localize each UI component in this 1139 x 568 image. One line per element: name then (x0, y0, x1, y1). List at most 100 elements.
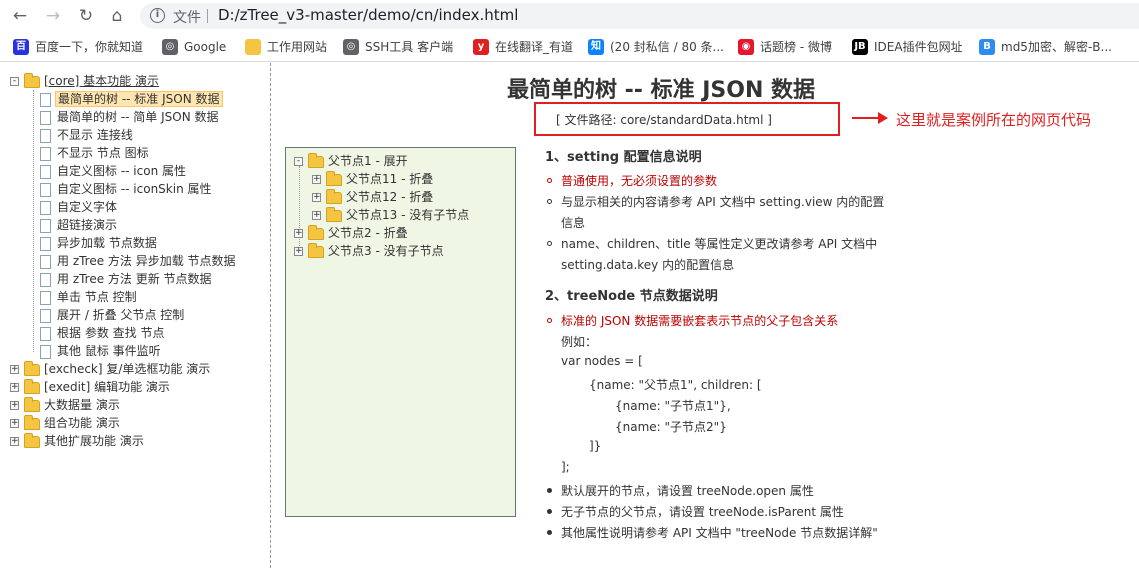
tree-node-label[interactable]: 根据 参数 查找 节点 (55, 325, 166, 341)
bookmark-item[interactable]: 工作用网站 (245, 39, 327, 57)
page-icon (40, 326, 51, 341)
page-icon (40, 164, 51, 179)
page-icon (40, 146, 51, 161)
tree-node-label[interactable]: 异步加载 节点数据 (55, 235, 159, 251)
tree-node-label[interactable]: 组合功能 演示 (42, 415, 122, 431)
demo-tree-node[interactable]: + 父节点13 - 没有子节点 (312, 206, 471, 225)
tree-leaf-node[interactable]: 不显示 连接线 (40, 127, 135, 145)
tree-leaf-node[interactable]: 用 zTree 方法 异步加载 节点数据 (40, 253, 238, 271)
tree-leaf-node[interactable]: 根据 参数 查找 节点 (40, 325, 166, 343)
tree-folder-node[interactable]: + [excheck] 复/单选框功能 演示 (10, 360, 212, 379)
tree-node-label[interactable]: [exedit] 编辑功能 演示 (42, 379, 172, 395)
tree-node-label[interactable]: 父节点2 - 折叠 (326, 225, 410, 241)
tree-node-label[interactable]: 自定义图标 -- icon 属性 (55, 163, 188, 179)
expand-switch-icon[interactable]: + (312, 211, 321, 220)
tree-node-label[interactable]: 用 zTree 方法 异步加载 节点数据 (55, 253, 238, 269)
tree-node-label[interactable]: 最简单的树 -- 简单 JSON 数据 (55, 109, 221, 125)
address-bar[interactable]: i 文件 D:/zTree_v3-master/demo/cn/index.ht… (140, 3, 1139, 29)
expand-switch-icon[interactable]: + (312, 175, 321, 184)
tree-node-label[interactable]: 最简单的树 -- 标准 JSON 数据 (55, 91, 223, 107)
tree-node-label[interactable]: 父节点3 - 没有子节点 (326, 243, 446, 259)
info-icon[interactable]: i (150, 8, 165, 23)
tree-leaf-node[interactable]: 其他 鼠标 事件监听 (40, 343, 163, 361)
demo-tree-node[interactable]: + 父节点12 - 折叠 (312, 188, 435, 207)
tree-leaf-node[interactable]: 自定义图标 -- icon 属性 (40, 163, 188, 181)
bookmark-item[interactable]: ◉ 话题榜 - 微博 (738, 39, 832, 57)
expand-switch-icon[interactable]: + (10, 401, 19, 410)
tree-node-label[interactable]: 父节点1 - 展开 (326, 153, 410, 169)
tree-node-label[interactable]: 不显示 节点 图标 (55, 145, 151, 161)
expand-switch-icon[interactable]: + (294, 247, 303, 256)
home-icon[interactable]: ⌂ (106, 5, 128, 27)
tree-node-label[interactable]: 自定义图标 -- iconSkin 属性 (55, 181, 214, 197)
folder-icon (308, 152, 324, 168)
page-icon (40, 290, 51, 305)
tree-node-label[interactable]: 展开 / 折叠 父节点 控制 (55, 307, 186, 323)
bookmark-label: 百度一下，你就知道 (35, 40, 144, 54)
demo-tree-node[interactable]: + 父节点11 - 折叠 (312, 170, 435, 189)
reload-icon[interactable]: ↻ (75, 5, 97, 27)
tree-node-label[interactable]: [core] 基本功能 演示 (42, 73, 161, 89)
demo-tree-node[interactable]: + 父节点2 - 折叠 (294, 224, 410, 243)
tree-leaf-node[interactable]: 异步加载 节点数据 (40, 235, 159, 253)
demo-tree-node[interactable]: + 父节点3 - 没有子节点 (294, 242, 446, 261)
bookmark-item[interactable]: 百百度一下，你就知道 (13, 39, 143, 57)
tree-leaf-node[interactable]: 最简单的树 -- 简单 JSON 数据 (40, 109, 221, 127)
tree-leaf-node[interactable]: 超链接演示 (40, 217, 119, 235)
expand-switch-icon[interactable]: + (10, 383, 19, 392)
tree-folder-node[interactable]: + [exedit] 编辑功能 演示 (10, 378, 172, 397)
tree-node-label[interactable]: 用 zTree 方法 更新 节点数据 (55, 271, 214, 287)
tree-leaf-node[interactable]: 单击 节点 控制 (40, 289, 139, 307)
bookmark-item[interactable]: ◎ Google (162, 39, 226, 57)
tree-node-label[interactable]: 其他扩展功能 演示 (42, 433, 146, 449)
bookmark-item[interactable]: y 在线翻译_有道 (473, 39, 573, 57)
tree-connector-line (33, 90, 34, 352)
info-line: 普通使用，无必须设置的参数 (561, 174, 718, 188)
expand-switch-icon[interactable]: + (10, 437, 19, 446)
tree-folder-node[interactable]: - [core] 基本功能 演示 (10, 72, 161, 91)
expand-switch-icon[interactable]: + (10, 365, 19, 374)
demo-tree-node[interactable]: - 父节点1 - 展开 (294, 152, 410, 171)
tree-node-label[interactable]: 大数据量 演示 (42, 397, 122, 413)
forward-icon[interactable]: → (42, 5, 64, 27)
tree-leaf-node[interactable]: 不显示 节点 图标 (40, 145, 151, 163)
bookmark-item[interactable]: JB IDEA插件包网址 (852, 39, 963, 57)
bookmark-label: SSH工具 客户端 (365, 40, 454, 54)
tree-leaf-node[interactable]: 用 zTree 方法 更新 节点数据 (40, 271, 214, 289)
tree-folder-node[interactable]: + 组合功能 演示 (10, 414, 122, 433)
tree-folder-node[interactable]: + 大数据量 演示 (10, 396, 122, 415)
url-scheme-label: 文件 (173, 10, 201, 26)
tree-node-label[interactable]: 父节点12 - 折叠 (344, 189, 435, 205)
info-line: 其他属性说明请参考 API 文档中 "treeNode 节点数据详解" (561, 526, 878, 540)
collapse-switch-icon[interactable]: - (294, 157, 303, 166)
section-heading: 2、treeNode 节点数据说明 (545, 289, 718, 304)
tree-node-label[interactable]: [excheck] 复/单选框功能 演示 (42, 361, 212, 377)
expand-switch-icon[interactable]: + (10, 419, 19, 428)
folder-icon (24, 432, 40, 448)
bullet-icon (547, 178, 552, 183)
globe-icon: ◎ (162, 39, 178, 55)
folder-icon (326, 170, 342, 186)
tree-node-label[interactable]: 单击 节点 控制 (55, 289, 139, 305)
tree-node-label[interactable]: 自定义字体 (55, 199, 119, 215)
expand-switch-icon[interactable]: + (312, 193, 321, 202)
tree-node-label[interactable]: 其他 鼠标 事件监听 (55, 343, 163, 359)
tree-leaf-node[interactable]: 自定义图标 -- iconSkin 属性 (40, 181, 214, 199)
tree-leaf-node[interactable]: 展开 / 折叠 父节点 控制 (40, 307, 186, 325)
back-icon[interactable]: ← (9, 5, 31, 27)
tree-leaf-node[interactable]: 自定义字体 (40, 199, 119, 217)
tree-node-label[interactable]: 超链接演示 (55, 217, 119, 233)
collapse-switch-icon[interactable]: - (10, 77, 19, 86)
tree-leaf-node[interactable]: 最简单的树 -- 标准 JSON 数据 (40, 91, 223, 109)
bullet-icon (547, 530, 552, 535)
annotation-text: 这里就是案例所在的网页代码 (896, 111, 1092, 129)
expand-switch-icon[interactable]: + (294, 229, 303, 238)
bookmark-item[interactable]: 知 (20 封私信 / 80 条... (588, 39, 724, 57)
tree-node-label[interactable]: 父节点11 - 折叠 (344, 171, 435, 187)
bookmark-item[interactable]: ◎ SSH工具 客户端 (343, 39, 453, 57)
url-text[interactable]: D:/zTree_v3-master/demo/cn/index.html (218, 6, 518, 24)
tree-node-label[interactable]: 不显示 连接线 (55, 127, 135, 143)
tree-node-label[interactable]: 父节点13 - 没有子节点 (344, 207, 471, 223)
tree-folder-node[interactable]: + 其他扩展功能 演示 (10, 432, 146, 451)
bookmark-item[interactable]: Bmd5加密、解密-B... (979, 39, 1112, 57)
